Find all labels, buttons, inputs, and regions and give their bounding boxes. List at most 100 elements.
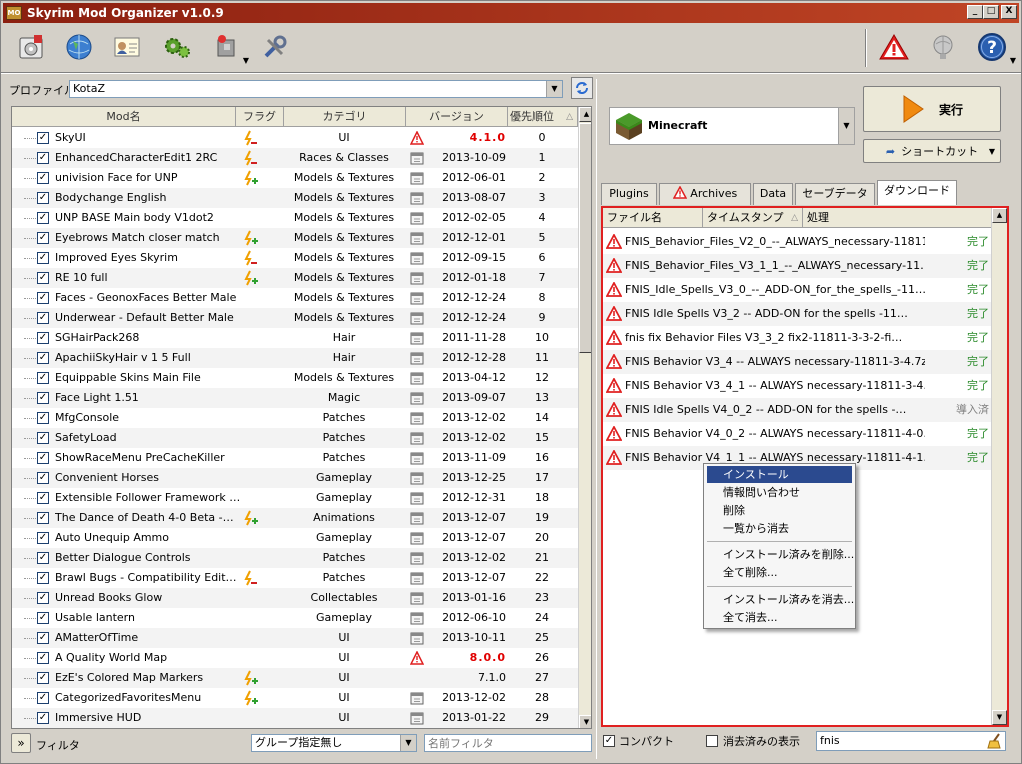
table-row[interactable]: ✓ UNP BASE Main body V1dot2 Models & Textu… — [12, 208, 578, 228]
mod-enabled-checkbox[interactable]: ✓ — [37, 592, 49, 604]
mod-enabled-checkbox[interactable]: ✓ — [37, 652, 49, 664]
mod-enabled-checkbox[interactable]: ✓ — [37, 152, 49, 164]
table-row[interactable]: ✓ Face Light 1.51 Magic 2013-09-07 13 — [12, 388, 578, 408]
download-row[interactable]: FNIS Behavior V3_4 -- ALWAYS necessary-1… — [603, 350, 991, 374]
mod-enabled-checkbox[interactable]: ✓ — [37, 272, 49, 284]
mod-enabled-checkbox[interactable]: ✓ — [37, 632, 49, 644]
shortcut-button[interactable]: ➦ ショートカット ▼ — [863, 139, 1001, 163]
mod-enabled-checkbox[interactable]: ✓ — [37, 552, 49, 564]
mod-enabled-checkbox[interactable]: ✓ — [37, 172, 49, 184]
scroll-down-button[interactable]: ▼ — [992, 710, 1007, 725]
table-row[interactable]: ✓ EnhancedCharacterEdit1 2RC Races & Class… — [12, 148, 578, 168]
mod-enabled-checkbox[interactable]: ✓ — [37, 292, 49, 304]
menu-item-query-info[interactable]: 情報問い合わせ — [707, 484, 852, 501]
table-row[interactable]: ✓ Brawl Bugs - Compatibility Edit… Patches… — [12, 568, 578, 588]
table-row[interactable]: ✓ Usable lantern Gameplay 2012-06-10 24 — [12, 608, 578, 628]
download-row[interactable]: FNIS_Behavior_Files_V3_1_1_--_ALWAYS_nec… — [603, 254, 991, 278]
table-row[interactable]: ✓ Underwear - Default Better Male Models &… — [12, 308, 578, 328]
mod-enabled-checkbox[interactable]: ✓ — [37, 352, 49, 364]
table-row[interactable]: ✓ The Dance of Death 4-0 Beta -… Animation… — [12, 508, 578, 528]
profile-select[interactable]: KotaZ ▼ — [69, 80, 563, 98]
col-version[interactable]: バージョン — [406, 107, 508, 127]
mod-enabled-checkbox[interactable]: ✓ — [37, 432, 49, 444]
tab-plugins[interactable]: Plugins — [601, 183, 657, 205]
install-mod-icon[interactable] — [13, 29, 49, 65]
scroll-up-button[interactable]: ▲ — [992, 208, 1007, 223]
problems-warning-icon[interactable] — [876, 29, 912, 65]
table-row[interactable]: ✓ SkyUI UI 4.1.0 0 — [12, 128, 578, 148]
mod-enabled-checkbox[interactable]: ✓ — [37, 672, 49, 684]
menu-item-install[interactable]: インストール — [707, 466, 852, 483]
mod-enabled-checkbox[interactable]: ✓ — [37, 452, 49, 464]
table-row[interactable]: ✓ Immersive HUD UI 2013-01-22 29 — [12, 708, 578, 728]
splitter[interactable] — [596, 79, 597, 759]
menu-item-delete[interactable]: 削除 — [707, 502, 852, 519]
mod-enabled-checkbox[interactable]: ✓ — [37, 492, 49, 504]
maximize-button[interactable]: □ — [983, 5, 999, 19]
menu-item-delete-installed[interactable]: インストール済みを削除... — [707, 546, 854, 563]
mod-enabled-checkbox[interactable]: ✓ — [37, 612, 49, 624]
mod-enabled-checkbox[interactable]: ✓ — [37, 252, 49, 264]
menu-item-remove-installed[interactable]: インストール済みを消去... — [707, 591, 854, 608]
scroll-down-button[interactable]: ▼ — [579, 715, 591, 728]
download-filter-input[interactable]: fnis — [816, 731, 1006, 751]
download-row[interactable]: FNIS Idle Spells V4_0_2 -- ADD-ON for th… — [603, 398, 991, 422]
col-mod-name[interactable]: Mod名 — [12, 107, 236, 127]
compact-checkbox[interactable]: ✓ — [603, 735, 615, 747]
run-button[interactable]: 実行 — [863, 86, 1001, 132]
download-row[interactable]: FNIS Behavior V3_4_1 -- ALWAYS necessary… — [603, 374, 991, 398]
col-category[interactable]: カテゴリ — [284, 107, 406, 127]
table-row[interactable]: ✓ RE 10 full Models & Textures 2012-01-18 7 — [12, 268, 578, 288]
table-row[interactable]: ✓ ApachiiSkyHair v 1 5 Full Hair 2012-12-28… — [12, 348, 578, 368]
executable-select[interactable]: Minecraft ▼ — [609, 107, 855, 145]
download-row[interactable]: FNIS_Behavior_Files_V2_0_--_ALWAYS_neces… — [603, 230, 991, 254]
menu-item-delete-all[interactable]: 全て削除... — [707, 564, 852, 581]
mod-enabled-checkbox[interactable]: ✓ — [37, 372, 49, 384]
refresh-button[interactable] — [571, 77, 593, 99]
settings-wrench-icon[interactable] — [257, 29, 293, 65]
table-row[interactable]: ✓ EzE's Colored Map Markers UI 7.1.0 27 — [12, 668, 578, 688]
table-row[interactable]: ✓ Convenient Horses Gameplay 2013-12-25 17 — [12, 468, 578, 488]
table-row[interactable]: ✓ Bodychange English Models & Textures 2013… — [12, 188, 578, 208]
table-row[interactable]: ✓ Improved Eyes Skyrim Models & Textures 20… — [12, 248, 578, 268]
col-flags[interactable]: フラグ — [236, 107, 284, 127]
nexus-globe-icon[interactable] — [61, 29, 97, 65]
mod-enabled-checkbox[interactable]: ✓ — [37, 412, 49, 424]
mod-enabled-checkbox[interactable]: ✓ — [37, 332, 49, 344]
mod-enabled-checkbox[interactable]: ✓ — [37, 692, 49, 704]
scroll-thumb[interactable] — [579, 123, 591, 353]
col-status[interactable]: 処理 — [803, 208, 991, 228]
tab-data[interactable]: Data — [753, 183, 793, 205]
mod-enabled-checkbox[interactable]: ✓ — [37, 712, 49, 724]
table-row[interactable]: ✓ Better Dialogue Controls Patches 2013-12-… — [12, 548, 578, 568]
mod-enabled-checkbox[interactable]: ✓ — [37, 192, 49, 204]
mod-enabled-checkbox[interactable]: ✓ — [37, 232, 49, 244]
scroll-up-button[interactable]: ▲ — [579, 107, 591, 122]
mod-enabled-checkbox[interactable]: ✓ — [37, 532, 49, 544]
profiles-icon[interactable] — [109, 29, 145, 65]
table-row[interactable]: ✓ univision Face for UNP Models & Textures… — [12, 168, 578, 188]
table-row[interactable]: ✓ Equippable Skins Main File Models & Text… — [12, 368, 578, 388]
col-file-name[interactable]: ファイル名 — [603, 208, 703, 228]
table-row[interactable]: ✓ CategorizedFavoritesMenu UI 2013-12-02 28 — [12, 688, 578, 708]
show-hidden-checkbox[interactable] — [706, 735, 718, 747]
menu-item-remove-from-list[interactable]: 一覧から消去 — [707, 520, 852, 537]
download-row[interactable]: FNIS_Idle_Spells_V3_0_--_ADD-ON_for_the_… — [603, 278, 991, 302]
mod-enabled-checkbox[interactable]: ✓ — [37, 472, 49, 484]
clear-broom-icon[interactable] — [987, 733, 1003, 749]
tab-downloads[interactable]: ダウンロード — [877, 180, 957, 205]
table-row[interactable]: ✓ A Quality World Map UI 8.0.0 26 — [12, 648, 578, 668]
col-timestamp[interactable]: タイムスタンプ △ — [703, 208, 803, 228]
tools-puzzle-icon[interactable]: ▼ — [209, 29, 249, 65]
minimize-button[interactable]: _ — [967, 5, 983, 19]
download-row[interactable]: fnis fix Behavior Files V3_3_2 fix2-1181… — [603, 326, 991, 350]
close-button[interactable]: X — [1001, 5, 1017, 19]
download-list-scrollbar[interactable]: ▲ ▼ — [991, 208, 1007, 725]
help-icon[interactable]: ? ▼ — [974, 29, 1016, 65]
table-row[interactable]: ✓ Auto Unequip Ammo Gameplay 2013-12-07 20 — [12, 528, 578, 548]
update-globe-icon[interactable] — [925, 29, 961, 65]
table-row[interactable]: ✓ Unread Books Glow Collectables 2013-01-16… — [12, 588, 578, 608]
col-priority[interactable]: 優先順位 △ — [508, 107, 578, 127]
mod-enabled-checkbox[interactable]: ✓ — [37, 392, 49, 404]
table-row[interactable]: ✓ ShowRaceMenu PreCacheKiller Patches 2013-… — [12, 448, 578, 468]
